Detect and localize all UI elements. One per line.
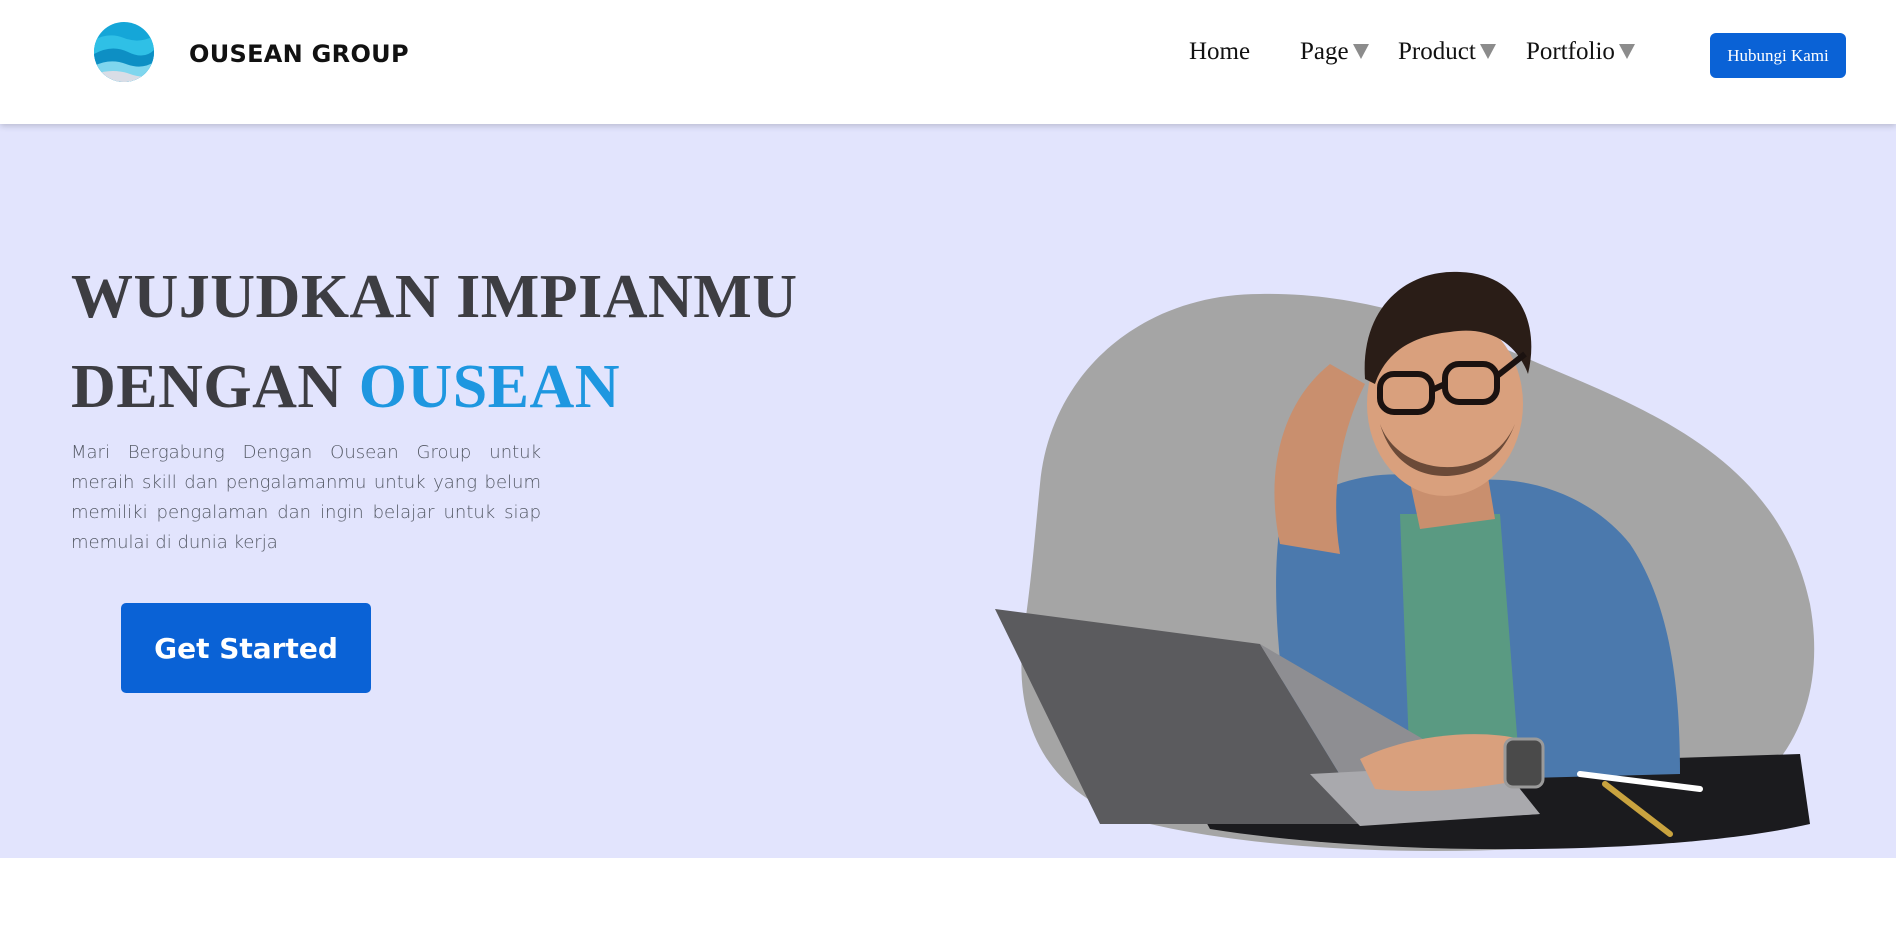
nav-label-home: Home — [1189, 38, 1251, 65]
caret-down-icon — [1352, 43, 1369, 59]
headline-line-2-prefix: DENGAN — [71, 353, 343, 421]
brand-name[interactable]: OUSEAN GROUP — [189, 40, 409, 68]
nav-item-product[interactable]: Product — [1398, 38, 1496, 66]
contact-button[interactable]: Hubungi Kami — [1710, 33, 1846, 78]
site-header: OUSEAN GROUP Home Page Product Portfolio… — [0, 0, 1896, 124]
nav-label-product: Product — [1398, 38, 1476, 65]
hero-headline: WUJUDKAN IMPIANMU DENGAN OUSEAN — [71, 252, 798, 432]
nav-item-portfolio[interactable]: Portfolio — [1526, 38, 1635, 66]
ocean-wave-logo[interactable] — [94, 22, 154, 82]
hero-description: Mari Bergabung Dengan Ousean Group untuk… — [71, 442, 541, 553]
caret-down-icon — [1618, 43, 1635, 59]
caret-down-icon — [1479, 43, 1496, 59]
get-started-button[interactable]: Get Started — [121, 603, 371, 693]
nav-label-portfolio: Portfolio — [1526, 38, 1615, 65]
nav-label-page: Page — [1300, 38, 1349, 65]
nav-item-home[interactable]: Home — [1189, 38, 1250, 66]
watch-icon — [1503, 737, 1545, 789]
headline-accent-word: OUSEAN — [358, 353, 621, 421]
hero-section: WUJUDKAN IMPIANMU DENGAN OUSEAN Mari Ber… — [0, 124, 1896, 858]
hero-illustration — [995, 271, 1815, 851]
headline-line-1: WUJUDKAN IMPIANMU — [71, 263, 798, 331]
nav-item-page[interactable]: Page — [1300, 38, 1369, 66]
